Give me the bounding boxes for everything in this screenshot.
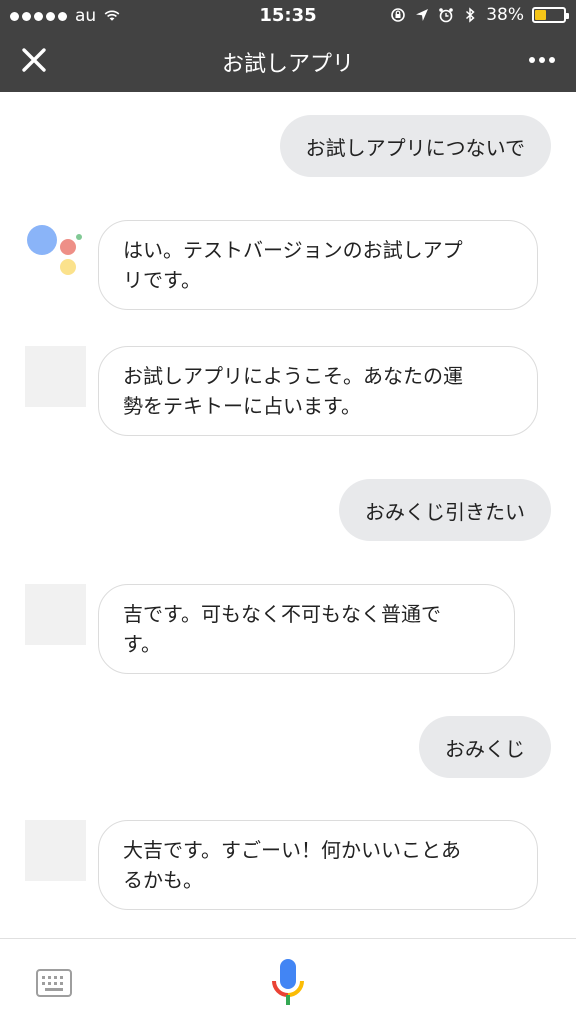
app-toolbar: お試しアプリ — [0, 32, 576, 92]
status-bar: au 15:35 38% — [0, 0, 576, 32]
user-message: おみくじ — [419, 716, 551, 778]
app-message: お試しアプリにようこそ。あなたの運 勢をテキトーに占います。 — [98, 346, 538, 436]
message-line: お試しアプリにようこそ。あなたの運 — [123, 364, 463, 388]
input-bar — [0, 938, 576, 1024]
microphone-icon[interactable] — [270, 957, 306, 1007]
app-avatar — [25, 820, 86, 881]
conversation: お試しアプリにつないで はい。テストバージョンのお試しアプ リです。 お試しアプ… — [0, 92, 576, 938]
status-right: 38% — [390, 5, 569, 25]
app-message: 吉です。可もなく不可もなく普通で す。 — [98, 584, 515, 674]
battery-percent: 38% — [486, 5, 524, 25]
user-message: おみくじ引きたい — [339, 479, 551, 541]
message-line: 吉です。可もなく不可もなく普通で — [123, 602, 441, 626]
keyboard-icon[interactable] — [36, 969, 72, 997]
battery-icon — [532, 7, 569, 23]
message-line: リです。 — [123, 268, 201, 292]
battery-level — [535, 10, 546, 20]
message-line: 大吉です。すごーい！何かいいことあ — [123, 838, 461, 862]
rotation-lock-icon — [391, 8, 406, 22]
more-icon[interactable] — [526, 46, 558, 74]
app-avatar — [25, 584, 86, 645]
bluetooth-icon — [466, 7, 475, 23]
user-message: お試しアプリにつないで — [279, 115, 551, 177]
message-line: す。 — [123, 632, 161, 656]
app-message: 大吉です。すごーい！何かいいことあ るかも。 — [98, 820, 538, 910]
location-icon — [416, 9, 429, 21]
message-line: 勢をテキトーに占います。 — [123, 394, 361, 418]
message-line: るかも。 — [123, 868, 203, 892]
google-assistant-icon — [27, 225, 82, 275]
alarm-icon — [439, 8, 454, 23]
page-title: お試しアプリ — [221, 52, 354, 77]
app-avatar — [25, 346, 86, 407]
assistant-message: はい。テストバージョンのお試しアプ リです。 — [98, 220, 538, 310]
message-line: はい。テストバージョンのお試しアプ — [123, 238, 463, 262]
